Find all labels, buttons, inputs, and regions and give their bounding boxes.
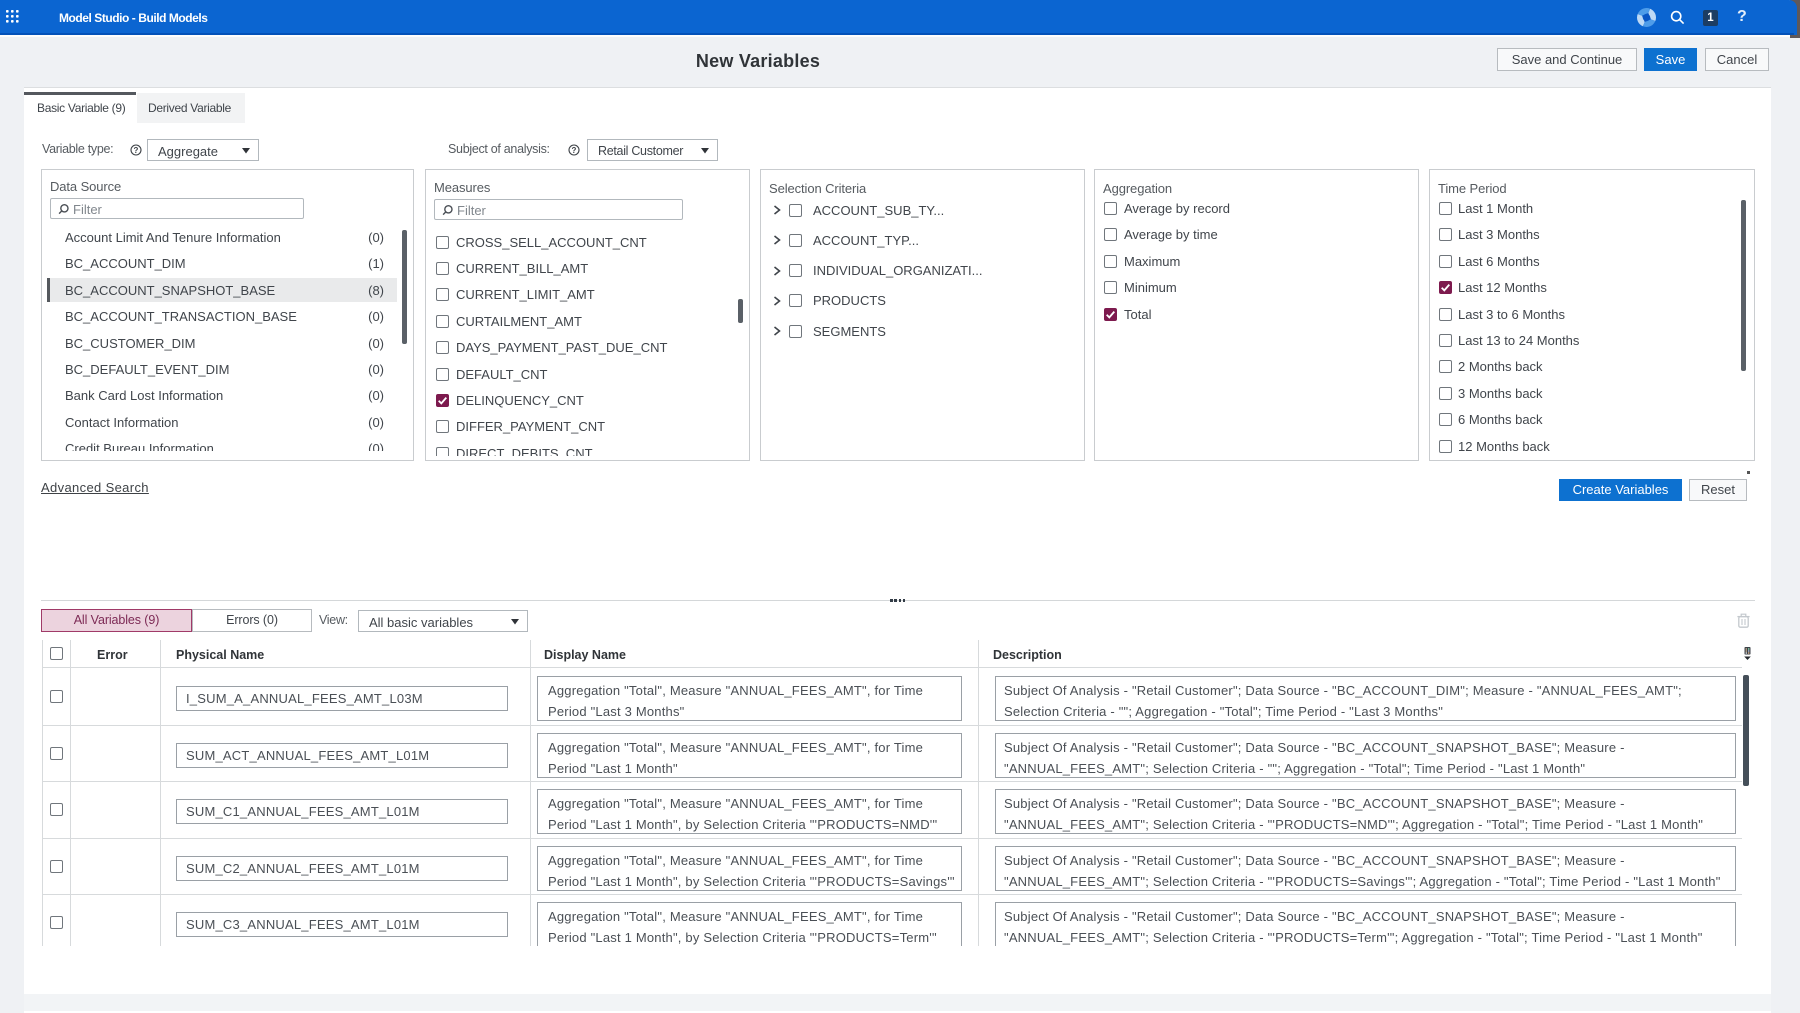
svg-text:?: ? [134, 146, 139, 155]
svg-text:?: ? [572, 146, 577, 155]
